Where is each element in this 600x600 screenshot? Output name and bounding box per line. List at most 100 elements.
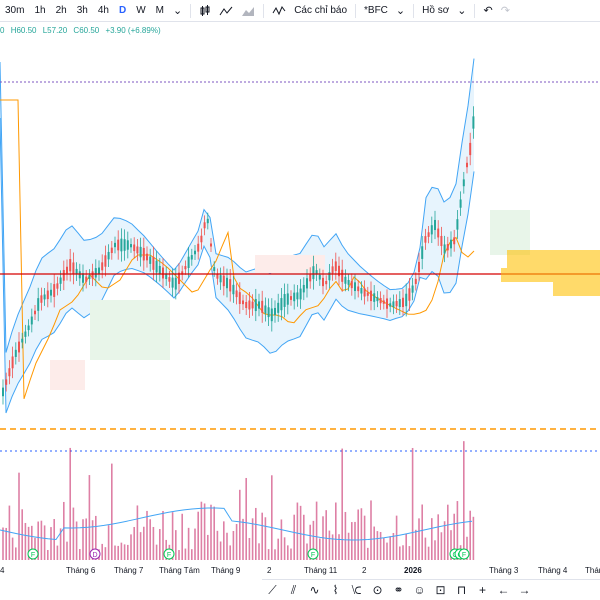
candle-body xyxy=(174,277,177,290)
candle-body xyxy=(418,261,420,273)
volume-bar xyxy=(274,549,276,560)
pattern-icon[interactable]: ⟈ xyxy=(346,583,367,598)
candle-body xyxy=(2,387,4,397)
volume-bar xyxy=(280,519,283,560)
redo-icon[interactable]: ↷ xyxy=(497,0,514,22)
timeframe-w[interactable]: W xyxy=(131,0,150,22)
text-icon[interactable]: ⌇ xyxy=(325,583,346,597)
volume-bar xyxy=(344,511,347,560)
ruler-icon[interactable]: ⊡ xyxy=(430,583,451,597)
toolbar-divider xyxy=(355,3,357,18)
candle-body xyxy=(184,266,187,270)
volume-bar xyxy=(408,546,411,560)
chevron-down-icon[interactable]: ⌄ xyxy=(169,0,186,22)
volume-bar xyxy=(75,521,78,560)
candle-body xyxy=(270,308,273,322)
candle-body xyxy=(408,288,411,301)
candle-body xyxy=(347,280,350,285)
candle-body xyxy=(434,219,436,231)
volume-bar xyxy=(245,477,247,560)
volume-bar xyxy=(229,545,231,560)
volume-bar xyxy=(175,530,177,560)
candle-body xyxy=(341,269,344,282)
volume-bar xyxy=(399,546,401,560)
volume-bar xyxy=(146,510,148,560)
candle-body xyxy=(459,199,462,208)
timeframe-2h[interactable]: 2h xyxy=(51,0,72,22)
price-chart[interactable]: FDFFCCF xyxy=(0,22,600,561)
indicators-button[interactable]: Các chỉ báo xyxy=(290,0,351,22)
volume-bar xyxy=(319,538,321,560)
volume-bar xyxy=(271,475,273,560)
volume-bar xyxy=(117,545,119,560)
candle-body xyxy=(248,300,251,310)
arrow-left-icon[interactable]: ← xyxy=(493,583,514,597)
candle-body xyxy=(258,301,260,309)
candle-body xyxy=(18,341,20,353)
templates-button[interactable]: Hồ sơ xyxy=(418,0,453,22)
brush-icon[interactable]: ∿ xyxy=(304,583,325,597)
compare-symbol-button[interactable]: *BFC xyxy=(360,0,392,22)
volume-bar xyxy=(197,511,199,560)
volume-bar xyxy=(40,520,43,560)
candle-body xyxy=(414,278,417,284)
candle-body xyxy=(82,273,84,283)
candle-body xyxy=(139,246,142,258)
area-chart-icon[interactable] xyxy=(237,0,259,22)
candle-body xyxy=(78,271,81,279)
indicators-icon[interactable] xyxy=(268,0,290,22)
candle-body xyxy=(232,284,235,295)
chevron-down-icon[interactable]: ⌄ xyxy=(453,0,470,22)
candle-body xyxy=(245,301,248,309)
volume-bar xyxy=(283,537,286,560)
timeframe-4h[interactable]: 4h xyxy=(93,0,114,22)
volume-bar xyxy=(427,546,430,560)
volume-bar xyxy=(162,510,164,560)
volume-bar xyxy=(178,549,180,560)
volume-bar xyxy=(367,547,369,560)
timeframe-1h[interactable]: 1h xyxy=(29,0,50,22)
volume-bar xyxy=(242,518,244,560)
timeframe-m[interactable]: M xyxy=(151,0,169,22)
magnet-icon[interactable]: ⊓ xyxy=(451,583,472,597)
volume-bar xyxy=(50,527,52,560)
candle-body xyxy=(286,293,289,305)
volume-bar xyxy=(133,526,135,560)
candle-body xyxy=(229,279,232,292)
volume-bar xyxy=(200,501,203,560)
pitchfork-icon[interactable]: ⫽ xyxy=(283,583,304,598)
candle-body xyxy=(133,244,136,252)
timeframe-d[interactable]: D xyxy=(114,0,131,22)
volume-bar xyxy=(187,527,190,560)
candle-body xyxy=(14,349,17,357)
volume-bar xyxy=(63,501,65,560)
prediction-icon[interactable]: ⊙ xyxy=(367,583,388,597)
volume-bar xyxy=(11,537,14,560)
trend-line-icon[interactable]: ⟋ xyxy=(262,583,283,598)
measure-icon[interactable]: ⚭ xyxy=(388,583,409,597)
candles-icon[interactable] xyxy=(195,0,215,22)
time-label: Tháng 11 xyxy=(304,566,338,575)
icon-tool-icon[interactable]: ☺ xyxy=(409,583,430,597)
arrow-right-icon[interactable]: → xyxy=(514,583,535,597)
candle-body xyxy=(466,162,468,168)
candle-body xyxy=(312,266,315,280)
chevron-down-icon[interactable]: ⌄ xyxy=(392,0,409,22)
volume-bar xyxy=(293,514,295,560)
cross-icon[interactable]: + xyxy=(472,583,493,597)
undo-icon[interactable]: ↶ xyxy=(479,0,496,22)
candle-body xyxy=(235,290,238,298)
volume-bar xyxy=(223,521,225,560)
candle-body xyxy=(21,338,24,343)
candle-body xyxy=(162,267,164,279)
timeframe-3h[interactable]: 3h xyxy=(72,0,93,22)
volume-bar xyxy=(130,534,132,560)
candle-body xyxy=(402,297,404,308)
event-marker-label: D xyxy=(92,552,97,559)
timeframe-30m[interactable]: 30m xyxy=(0,0,29,22)
candle-body xyxy=(427,232,430,237)
candle-body xyxy=(395,301,398,307)
candle-body xyxy=(331,266,334,274)
candle-body xyxy=(398,299,401,308)
line-chart-icon[interactable] xyxy=(215,0,237,22)
